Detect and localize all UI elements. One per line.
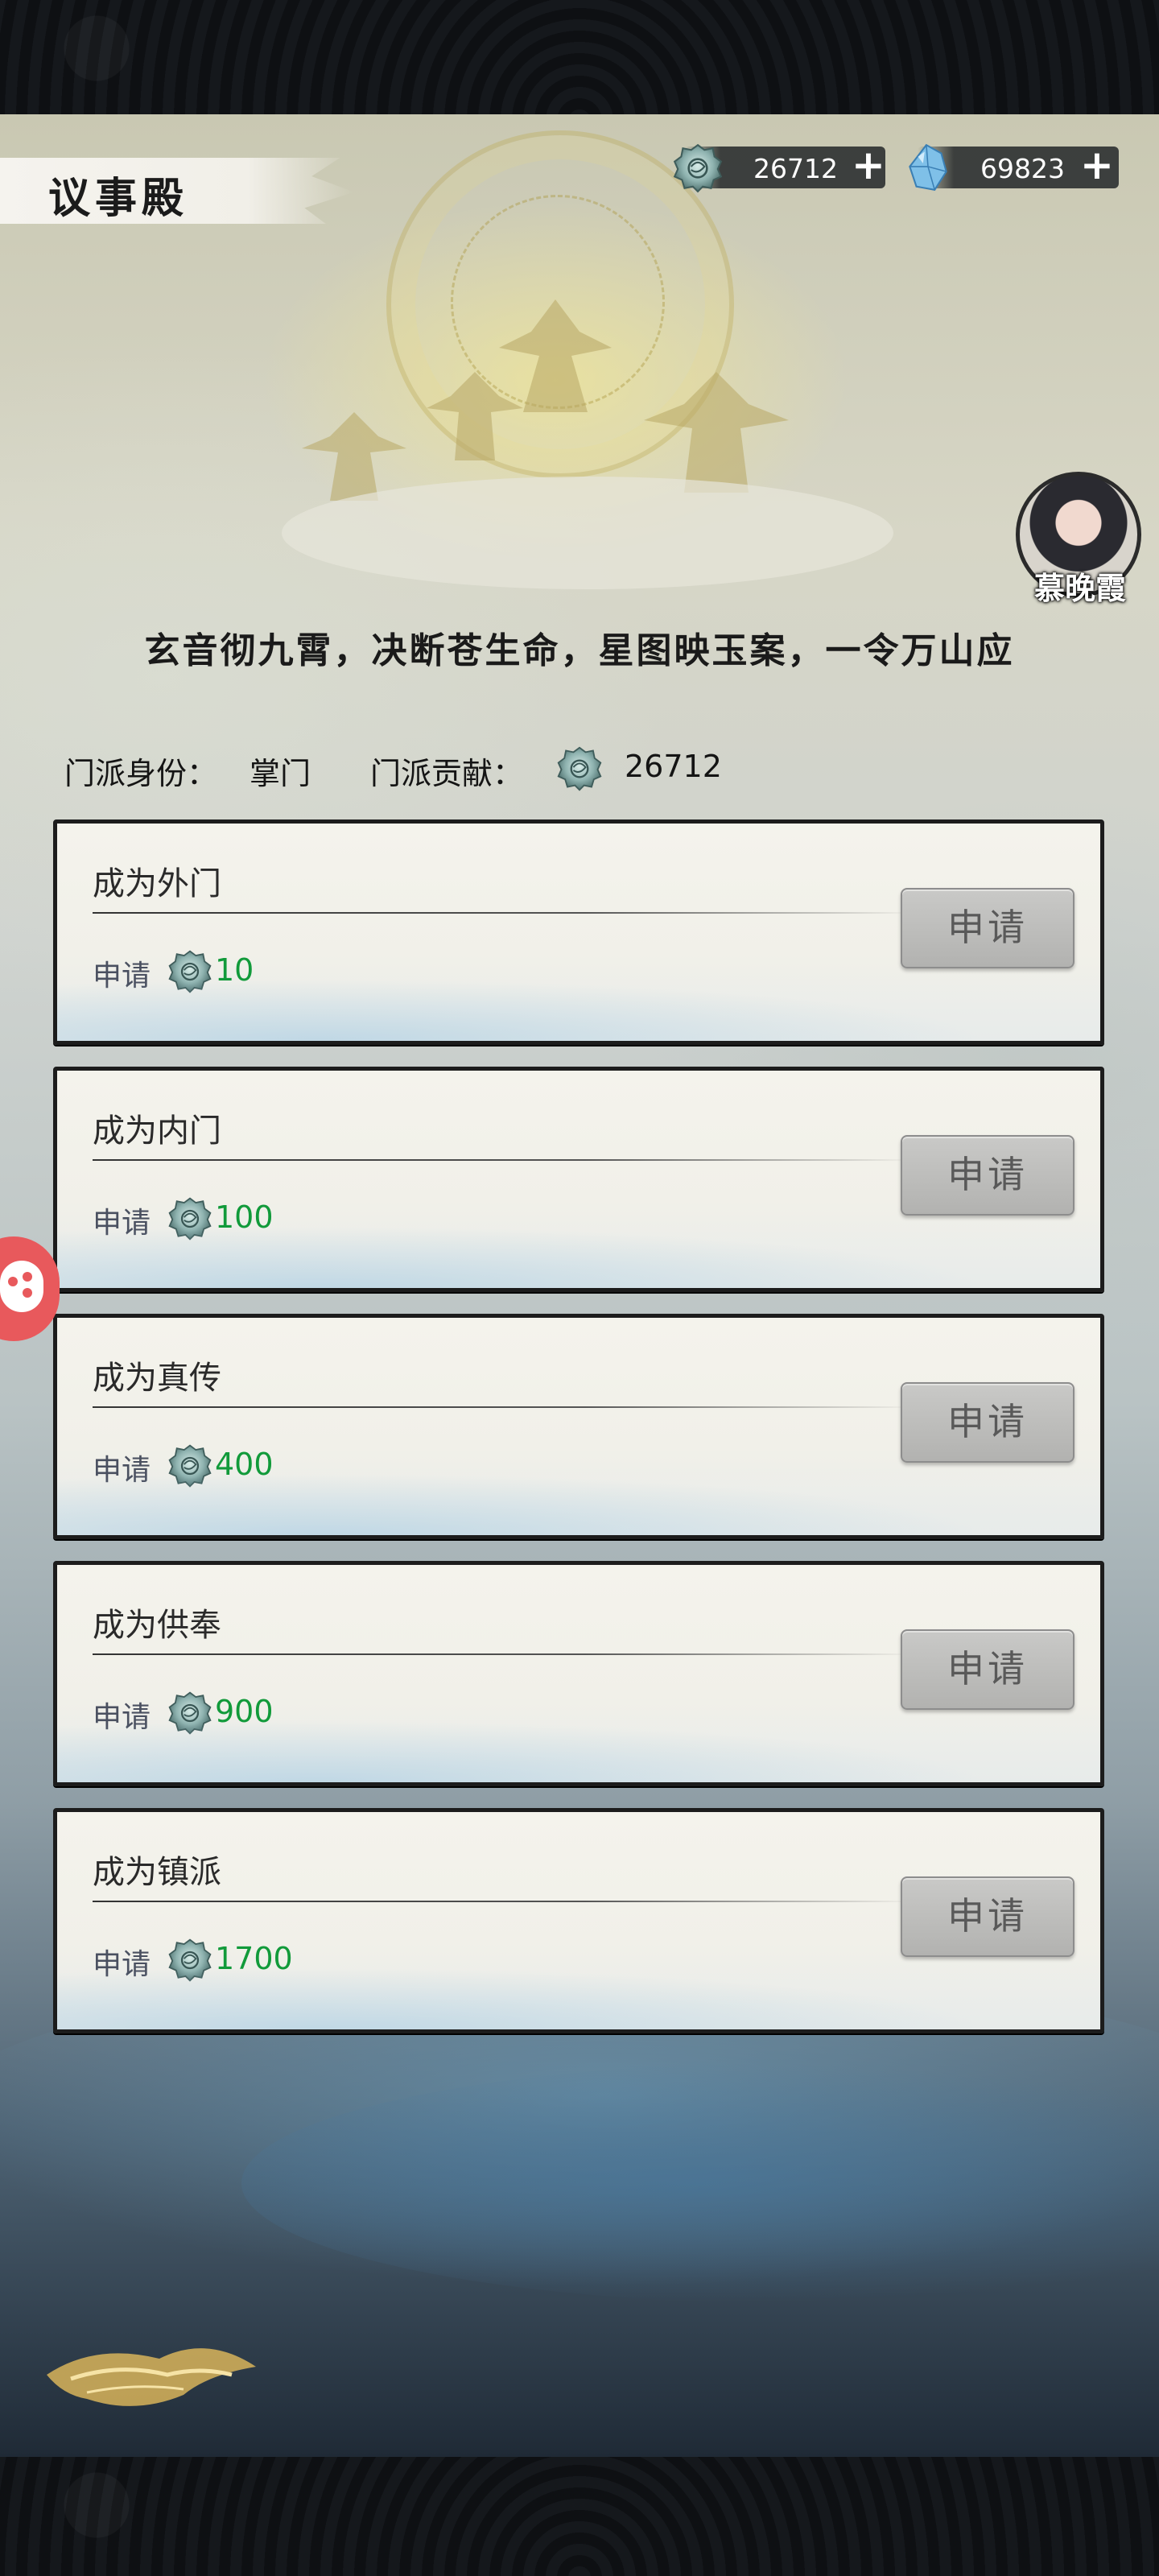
jade-token-icon [167, 1195, 213, 1242]
top-letterbox [0, 0, 1159, 114]
rank-card-guardian: 成为镇派 申请 1700 申请 [53, 1808, 1104, 2033]
jade-token-icon [167, 1937, 213, 1984]
request-label: 申请 [93, 1454, 151, 1487]
rank-title: 成为镇派 [93, 1854, 221, 1891]
divider [93, 912, 914, 914]
add-crystal-button[interactable]: + [1080, 145, 1114, 185]
rank-card-elder: 成为供奉 申请 900 申请 [53, 1561, 1104, 1786]
divider [93, 1653, 914, 1655]
add-jade-button[interactable]: + [852, 145, 885, 185]
gamepad-icon [0, 1261, 43, 1312]
request-label: 申请 [93, 960, 151, 993]
apply-button[interactable]: 申请 [901, 1382, 1074, 1463]
npc-name: 慕晚霞 [1033, 570, 1126, 606]
rank-card-disciple: 成为真传 申请 400 申请 [53, 1314, 1104, 1539]
apply-button[interactable]: 申请 [901, 1629, 1074, 1710]
request-label: 申请 [93, 1701, 151, 1734]
floating-palace-illustration [282, 299, 893, 589]
divider [93, 1159, 914, 1161]
rank-cost: 900 [215, 1694, 274, 1729]
rank-cost: 10 [215, 952, 254, 988]
rank-cost: 1700 [215, 1941, 293, 1976]
identity-label: 门派身份： [64, 756, 218, 791]
jade-token-icon [167, 948, 213, 995]
request-label: 申请 [93, 1207, 151, 1240]
golden-cloud-emblem [47, 2348, 256, 2406]
divider [93, 1901, 914, 1902]
jade-token-icon [555, 745, 604, 793]
rank-title: 成为真传 [93, 1360, 221, 1397]
rank-title: 成为外门 [93, 865, 221, 902]
request-label: 申请 [93, 1948, 151, 1981]
contribution-label: 门派贡献： [370, 756, 524, 791]
jade-token-amount: 26712 [753, 153, 838, 184]
apply-button[interactable]: 申请 [901, 1135, 1074, 1216]
apply-button[interactable]: 申请 [901, 1876, 1074, 1957]
divider [93, 1406, 914, 1408]
blue-crystal-icon [909, 143, 947, 191]
bottom-letterbox [0, 2457, 1159, 2576]
rank-card-inner: 成为内门 申请 100 申请 [53, 1067, 1104, 1292]
jade-token-icon [671, 142, 724, 195]
rank-title: 成为供奉 [93, 1607, 221, 1644]
rank-card-outer: 成为外门 申请 10 申请 [53, 819, 1104, 1045]
jade-token-icon [167, 1443, 213, 1489]
rank-title: 成为内门 [93, 1113, 221, 1150]
sect-motto: 玄音彻九霄，决断苍生命，星图映玉案，一令万山应 [144, 630, 1015, 671]
crystal-amount: 69823 [980, 153, 1065, 184]
contribution-value: 26712 [625, 749, 722, 784]
identity-value: 掌门 [250, 756, 311, 791]
jade-token-icon [167, 1690, 213, 1736]
rank-cost: 400 [215, 1447, 274, 1482]
apply-button[interactable]: 申请 [901, 888, 1074, 968]
page-title: 议事殿 [48, 174, 189, 223]
rank-cost: 100 [215, 1199, 274, 1235]
